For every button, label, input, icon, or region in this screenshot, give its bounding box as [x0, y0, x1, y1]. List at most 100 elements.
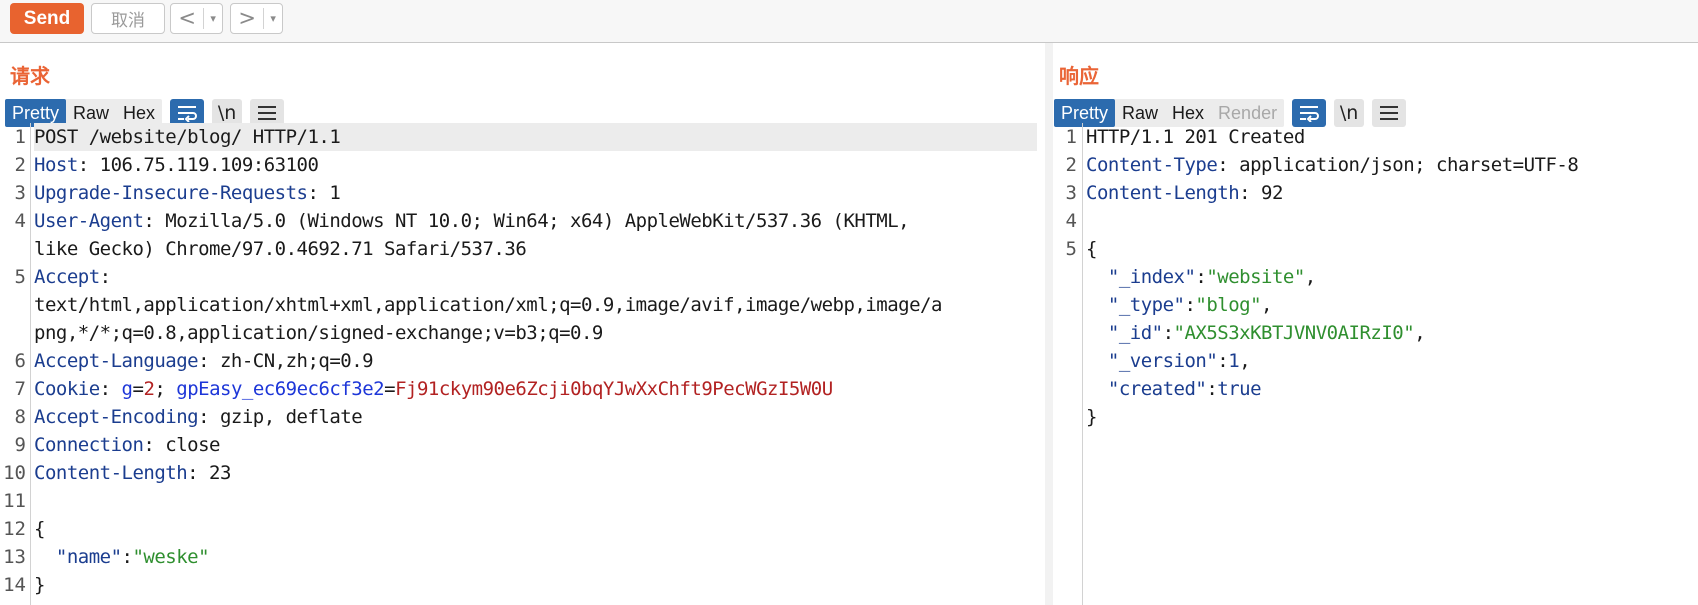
- code-text: png,*/*;q=0.8,application/signed-exchang…: [34, 319, 603, 347]
- code-line: "created":true: [1053, 375, 1698, 403]
- code-line: }: [1053, 403, 1698, 431]
- code-text: Host: 106.75.119.109:63100: [34, 151, 319, 179]
- code-line: 6 Accept-Language: zh-CN,zh;q=0.9: [0, 347, 1045, 375]
- line-number: 5: [1065, 238, 1077, 260]
- code-line: 10 Content-Length: 23: [0, 459, 1045, 487]
- code-line: 5{: [1053, 235, 1698, 263]
- code-token: : application/json; charset=UTF-8: [1217, 154, 1579, 176]
- request-title: 请求: [10, 64, 50, 88]
- code-token: "_id": [1086, 322, 1163, 344]
- response-title: 响应: [1059, 64, 1099, 88]
- code-text: }: [1086, 403, 1097, 431]
- line-number: 5: [14, 266, 26, 288]
- code-token: ,: [1261, 294, 1272, 316]
- cancel-button[interactable]: 取消: [91, 3, 165, 34]
- code-text: "_version":1,: [1086, 347, 1251, 375]
- code-line: "_index":"website",: [1053, 263, 1698, 291]
- code-line: 1 POST /website/blog/ HTTP/1.1: [0, 123, 1045, 151]
- code-text: "name":"weske": [34, 543, 210, 571]
- code-text: User-Agent: Mozilla/5.0 (Windows NT 10.0…: [34, 207, 910, 235]
- top-toolbar: Send 取消 < ▾ > ▾: [0, 0, 1698, 43]
- response-editor[interactable]: 1 HTTP/1.1 201 Created 2 Content-Type: appl…: [1053, 123, 1698, 605]
- forward-dropdown-icon[interactable]: ▾: [263, 8, 282, 29]
- code-token: }: [34, 574, 45, 596]
- code-token: "AX5S3xKBTJVNV0AIRzI0": [1173, 322, 1415, 344]
- line-number: 2: [14, 154, 26, 176]
- back-dropdown-icon[interactable]: ▾: [203, 8, 222, 29]
- code-token: like Gecko) Chrome/97.0.4692.71 Safari/5…: [34, 238, 527, 260]
- code-token: : 1: [307, 182, 341, 204]
- code-text: "_id":"AX5S3xKBTJVNV0AIRzI0",: [1086, 319, 1426, 347]
- code-token: true: [1217, 378, 1262, 400]
- code-line: 2 Content-Type: application/json; charset…: [1053, 151, 1698, 179]
- code-token: {: [1086, 238, 1097, 260]
- code-line: 3 Content-Length: 92: [1053, 179, 1698, 207]
- line-number: 4: [14, 210, 26, 232]
- code-token: : zh-CN,zh;q=0.9: [198, 350, 374, 372]
- forward-arrow-icon[interactable]: >: [231, 4, 263, 33]
- line-number: 2: [1065, 154, 1077, 176]
- code-line: "_id":"AX5S3xKBTJVNV0AIRzI0",: [1053, 319, 1698, 347]
- code-line: 5 Accept:: [0, 263, 1045, 291]
- code-token: :: [121, 546, 133, 568]
- code-token: : 23: [187, 462, 231, 484]
- code-token: text/html,application/xhtml+xml,applicat…: [34, 294, 942, 316]
- code-token: : 106.75.119.109:63100: [77, 154, 319, 176]
- line-number: 11: [3, 490, 26, 512]
- code-token: ,: [1414, 322, 1426, 344]
- line-number: 3: [14, 182, 26, 204]
- code-text: Content-Type: application/json; charset=…: [1086, 151, 1579, 179]
- code-text: {: [34, 515, 45, 543]
- code-token: Accept: [34, 266, 100, 288]
- code-line: like Gecko) Chrome/97.0.4692.71 Safari/5…: [0, 235, 1045, 263]
- code-token: :: [99, 378, 122, 400]
- code-text: Content-Length: 92: [1086, 179, 1283, 207]
- code-token: Content-Length: [1086, 182, 1240, 204]
- code-line: text/html,application/xhtml+xml,applicat…: [0, 291, 1045, 319]
- code-token: Accept-Encoding: [34, 406, 199, 428]
- code-line: 7 Cookie: g=2; gpEasy_ec69ec6cf3e2=Fj91ck…: [0, 375, 1045, 403]
- code-token: }: [1086, 406, 1097, 428]
- code-token: Accept-Language: [34, 350, 199, 372]
- send-button[interactable]: Send: [10, 3, 84, 34]
- code-line: 4 User-Agent: Mozilla/5.0 (Windows NT 10.…: [0, 207, 1045, 235]
- code-line: 13 "name":"weske": [0, 543, 1045, 571]
- code-text: Connection: close: [34, 431, 220, 459]
- code-token: "name": [34, 546, 122, 568]
- code-token: "created": [1086, 378, 1207, 400]
- line-number: 1: [1065, 126, 1077, 148]
- code-line: 9 Connection: close: [0, 431, 1045, 459]
- request-editor[interactable]: 1 POST /website/blog/ HTTP/1.1 2 Host: 106.…: [0, 123, 1045, 605]
- line-number: 1: [14, 126, 26, 148]
- code-token: ,: [1304, 266, 1316, 288]
- line-number: 13: [3, 546, 26, 568]
- code-token: Fj91ckym90e6Zcji0bqYJwXxChft9PecWGzI5W0U: [395, 378, 833, 400]
- code-text: text/html,application/xhtml+xml,applicat…: [34, 291, 942, 319]
- code-text: Accept:: [34, 263, 111, 291]
- code-token: User-Agent: [34, 210, 144, 232]
- response-pane: 响应 Pretty Raw Hex Render \n 1 HTTP/1.1 20…: [1053, 43, 1698, 605]
- code-token: :: [1217, 350, 1229, 372]
- code-token: :: [99, 266, 111, 288]
- code-line: "_type":"blog",: [1053, 291, 1698, 319]
- back-arrow-icon[interactable]: <: [171, 4, 203, 33]
- code-token: : close: [143, 434, 220, 456]
- line-number: 12: [3, 518, 26, 540]
- code-token: "_version": [1086, 350, 1218, 372]
- code-token: HTTP/1.1 201 Created: [1086, 126, 1305, 148]
- code-token: Content-Length: [34, 462, 188, 484]
- code-token: :: [1195, 266, 1207, 288]
- pane-divider[interactable]: [1045, 43, 1053, 605]
- code-line: 1 HTTP/1.1 201 Created: [1053, 123, 1698, 151]
- code-token: "weske": [132, 546, 210, 568]
- code-text: like Gecko) Chrome/97.0.4692.71 Safari/5…: [34, 235, 527, 263]
- line-number: 6: [14, 350, 26, 372]
- code-token: g: [121, 378, 133, 400]
- code-text: "_type":"blog",: [1086, 291, 1273, 319]
- line-number: 14: [3, 574, 26, 596]
- code-token: ;: [154, 378, 177, 400]
- line-number: 7: [14, 378, 26, 400]
- code-token: Content-Type: [1086, 154, 1218, 176]
- code-text: "created":true: [1086, 375, 1262, 403]
- code-line: png,*/*;q=0.8,application/signed-exchang…: [0, 319, 1045, 347]
